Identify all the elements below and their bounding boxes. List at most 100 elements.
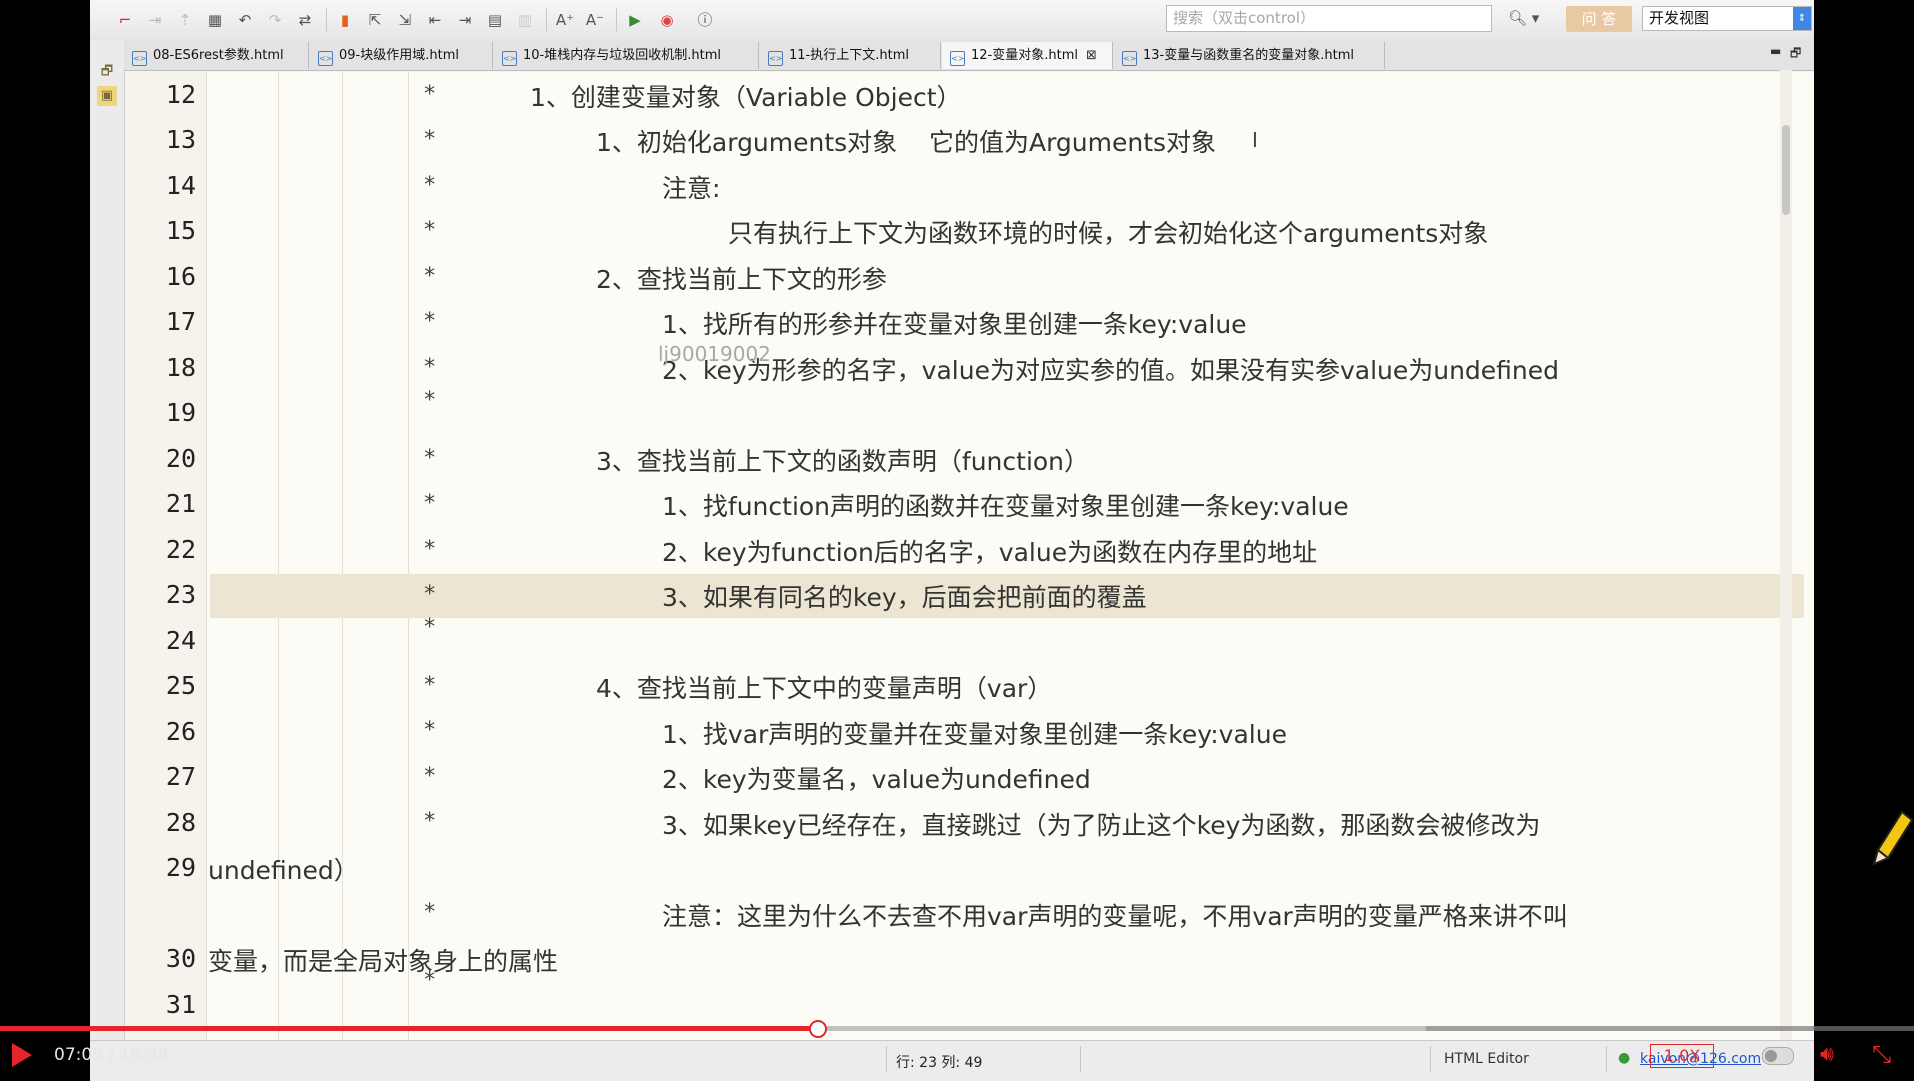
replace-icon[interactable]: ⇄ [294, 9, 316, 31]
ask-button[interactable]: 问 答 [1566, 6, 1632, 32]
play-icon[interactable] [12, 1043, 32, 1067]
status-divider [1080, 1046, 1081, 1072]
minimize-icon[interactable]: ▬ [1770, 44, 1781, 58]
upload-icon[interactable]: ⇡ [174, 9, 196, 31]
comment-star: * [423, 718, 437, 743]
code-line: 注意：这里为什么不去查不用var声明的变量呢，不用var声明的变量严格来讲不叫 [662, 902, 1568, 931]
code-line: 3、查找当前上下文的函数声明（function） [596, 447, 1090, 476]
comment-star: * [423, 264, 437, 289]
indent-icon[interactable]: ⇥ [144, 9, 166, 31]
font-increase-icon[interactable]: A⁺ [554, 9, 576, 31]
scrollbar-thumb[interactable] [1782, 125, 1790, 215]
tab-label: 13-变量与函数重名的变量对象.html [1143, 48, 1354, 63]
comment-star: * [423, 809, 437, 834]
html-file-icon: <> [950, 51, 965, 66]
comment-star: * [423, 218, 437, 243]
tab-08[interactable]: <> 08-ES6rest参数.html [124, 42, 309, 69]
status-toggle[interactable] [1762, 1047, 1794, 1065]
font-decrease-icon[interactable]: A⁻ [584, 9, 606, 31]
tab-11[interactable]: <> 11-执行上下文.html [760, 42, 941, 69]
line-number: 16 [165, 262, 196, 291]
export-icon[interactable]: ⇲ [394, 9, 416, 31]
watermark-text: lj90019002 [658, 342, 771, 366]
run-browser-icon[interactable]: ▶ [624, 9, 646, 31]
restore-icon[interactable]: 🗗︎ [97, 62, 117, 82]
comment-star: * [423, 355, 437, 380]
exit-fullscreen-icon[interactable]: ⤡ [1872, 1040, 1891, 1068]
user-icon: ● [1618, 1050, 1631, 1066]
status-divider [1430, 1046, 1431, 1072]
goto-icon[interactable]: ⇱ [364, 9, 386, 31]
code-line: 1、初始化arguments对象 它的值为Arguments对象 [596, 128, 1217, 157]
tab-13[interactable]: <> 13-变量与函数重名的变量对象.html [1114, 42, 1385, 69]
code-editor[interactable]: 12 13 14 15 16 17 18 19 20 21 22 23 24 2… [126, 72, 1814, 1042]
tab-label: 12-变量对象.html [971, 48, 1078, 63]
line-number: 27 [165, 762, 196, 791]
line-number: 13 [165, 125, 196, 154]
tab-label: 11-执行上下文.html [789, 48, 909, 63]
line-number: 19 [165, 398, 196, 427]
line-number: 23 [165, 580, 196, 609]
prev-icon[interactable]: ⇤ [424, 9, 446, 31]
video-time: 07:09 / 16:38 [54, 1045, 169, 1065]
playback-speed-button[interactable]: 1.0X [1650, 1044, 1714, 1068]
comment-star: * [423, 491, 437, 516]
code-line: 1、找var声明的变量并在变量对象里创建一条key:value [662, 720, 1287, 749]
line-number: 14 [165, 171, 196, 200]
html-file-icon: <> [132, 51, 147, 66]
comment-star: * [423, 388, 437, 413]
html-file-icon: <> [502, 51, 517, 66]
comment-star: * [423, 582, 437, 607]
comment-star: * [423, 82, 437, 107]
run-icon[interactable]: ⌐ [114, 9, 136, 31]
redo-icon[interactable]: ↷ [264, 9, 286, 31]
code-line: 4、查找当前上下文中的变量声明（var） [596, 674, 1053, 703]
code-line: 2、查找当前上下文的形参 [596, 265, 887, 294]
comment-star: * [423, 764, 437, 789]
view-select-label: 开发视图 [1649, 9, 1710, 27]
cursor-position: 行: 23 列: 49 [896, 1055, 983, 1071]
code-line: 变量，而是全局对象身上的属性 [208, 947, 559, 976]
line-number: 20 [165, 444, 196, 473]
code-line: 注意: [662, 174, 721, 203]
volume-icon[interactable]: 🔊︎ [1820, 1042, 1834, 1067]
line-number: 12 [165, 80, 196, 109]
video-progress-fill [0, 1026, 818, 1031]
line-number: 18 [165, 353, 196, 382]
search-input[interactable]: 搜索（双击control） [1166, 5, 1492, 32]
tab-label: 09-块级作用域.html [339, 48, 459, 63]
line-number: 15 [165, 216, 196, 245]
toolbar-divider [326, 8, 327, 32]
tab-12[interactable]: <> 12-变量对象.html ⊠ [942, 42, 1113, 69]
code-line: 2、key为形参的名字，value为对应实参的值。如果没有实参value为und… [662, 356, 1560, 385]
main-toolbar: ⌐ ⇥ ⇡ ▦ ↶ ↷ ⇄ ▮ ⇱ ⇲ ⇤ ⇥ ▤ ▥ A⁺ A⁻ ▶ ◉ ⓘ … [90, 0, 1814, 41]
comment-icon[interactable]: ▤ [484, 9, 506, 31]
comment-star: * [423, 446, 437, 471]
html-file-icon: <> [1122, 51, 1137, 66]
next-icon[interactable]: ⇥ [454, 9, 476, 31]
uncomment-icon[interactable]: ▥ [514, 9, 536, 31]
project-folder-icon[interactable]: ▣ [97, 86, 117, 106]
tab-09[interactable]: <> 09-块级作用域.html [310, 42, 493, 69]
format-icon[interactable]: ▦ [204, 9, 226, 31]
code-line: undefined） [208, 856, 359, 885]
info-icon[interactable]: ⓘ [694, 9, 716, 31]
close-icon[interactable]: ⊠ [1086, 42, 1097, 69]
comment-star: * [423, 537, 437, 562]
comment-star: * [423, 127, 437, 152]
line-number: 28 [165, 808, 196, 837]
maximize-icon[interactable]: 🗗︎ [1790, 44, 1801, 65]
indent-guide [278, 72, 279, 1042]
code-line: 1、找所有的形参并在变量对象里创建一条key:value [662, 310, 1247, 339]
tab-10[interactable]: <> 10-堆栈内存与垃圾回收机制.html [494, 42, 759, 69]
search-icon[interactable]: 🔍︎ ▾ [1508, 9, 1539, 27]
code-line: 3、如果key已经存在，直接跳过（为了防止这个key为函数，那函数会被修改为 [662, 811, 1541, 840]
undo-icon[interactable]: ↶ [234, 9, 256, 31]
view-select[interactable]: 开发视图 ⇕ [1642, 6, 1812, 31]
chrome-icon[interactable]: ◉ [656, 9, 678, 31]
bookmark-icon[interactable]: ▮ [334, 9, 356, 31]
ide-window: ⌐ ⇥ ⇡ ▦ ↶ ↷ ⇄ ▮ ⇱ ⇲ ⇤ ⇥ ▤ ▥ A⁺ A⁻ ▶ ◉ ⓘ … [90, 0, 1814, 1042]
html-file-icon: <> [318, 51, 333, 66]
vertical-scrollbar[interactable] [1780, 70, 1792, 1040]
video-letterbox-left [0, 0, 90, 1030]
